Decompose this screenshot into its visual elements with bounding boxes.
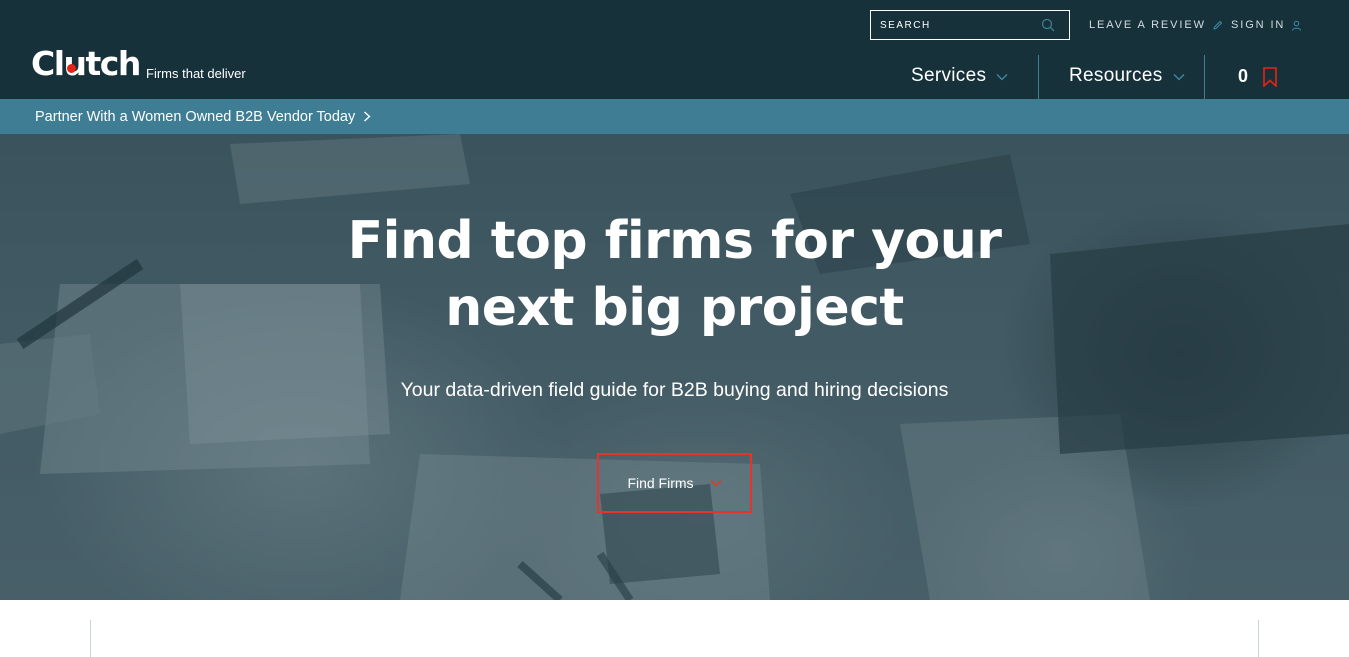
leave-review-label: LEAVE A REVIEW	[1089, 19, 1206, 31]
nav-resources[interactable]: Resources	[1069, 57, 1185, 99]
tagline: Firms that deliver	[146, 66, 246, 81]
hero-title-line-2: next big project	[445, 278, 904, 338]
nav-services-label: Services	[911, 65, 987, 86]
pencil-icon	[1213, 20, 1223, 30]
sign-in-link[interactable]: SIGN IN	[1231, 18, 1302, 32]
hero-title: Find top firms for your next big project	[0, 208, 1349, 342]
clutch-logo[interactable]: Clutch	[31, 44, 141, 84]
hero-subtitle: Your data-driven field guide for B2B buy…	[400, 379, 949, 401]
search-icon[interactable]	[1041, 18, 1055, 32]
sign-in-label: SIGN IN	[1231, 19, 1286, 31]
nav-services[interactable]: Services	[911, 57, 1008, 99]
search-box	[870, 10, 1070, 40]
chevron-right-icon	[364, 111, 371, 122]
find-firms-label: Find Firms	[627, 475, 694, 491]
chevron-down-icon	[710, 479, 722, 487]
search-input[interactable]	[880, 19, 1040, 31]
chevron-down-icon	[996, 74, 1008, 81]
nav-divider	[1204, 55, 1205, 99]
leave-review-link[interactable]: LEAVE A REVIEW	[1089, 18, 1223, 32]
find-firms-button[interactable]: Find Firms	[597, 453, 752, 513]
promo-banner[interactable]: Partner With a Women Owned B2B Vendor To…	[0, 99, 1349, 134]
content-border-right	[1258, 620, 1259, 657]
bookmark-icon	[1263, 66, 1277, 87]
promo-banner-text: Partner With a Women Owned B2B Vendor To…	[35, 108, 356, 125]
user-icon	[1292, 20, 1302, 31]
hero-overlay	[0, 134, 1349, 600]
content-border-left	[90, 620, 91, 657]
site-header: Clutch Firms that deliver LEAVE A REVIEW…	[0, 0, 1349, 99]
saved-providers-button[interactable]: 0	[1238, 66, 1278, 87]
chevron-down-icon	[1173, 74, 1184, 81]
hero-section: Find top firms for your next big project…	[0, 134, 1349, 600]
saved-count: 0	[1238, 66, 1249, 86]
nav-divider	[1038, 55, 1039, 99]
hero-title-line-1: Find top firms for your	[347, 211, 1002, 271]
nav-resources-label: Resources	[1069, 65, 1163, 86]
logo-dot	[67, 64, 76, 73]
